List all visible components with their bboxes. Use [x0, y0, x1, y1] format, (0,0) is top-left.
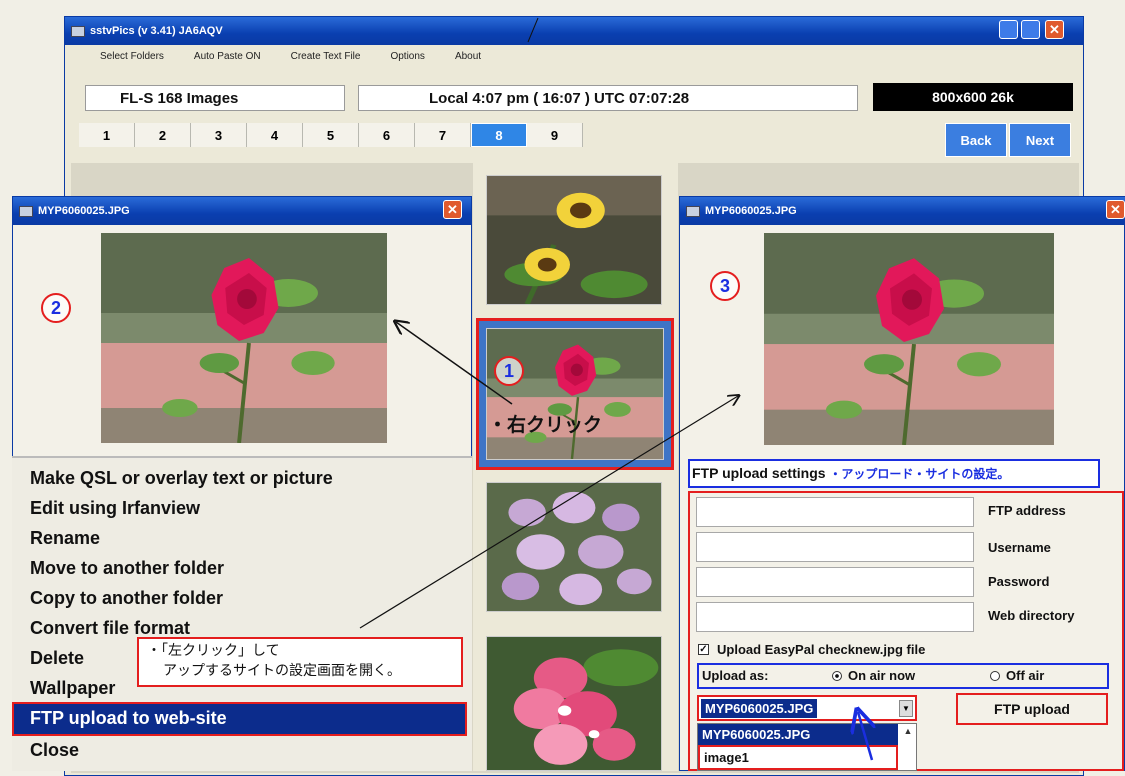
tab-5[interactable]: 5 [303, 123, 359, 147]
menu-options[interactable]: Options [390, 51, 424, 62]
radio-on-air-label: On air now [848, 668, 916, 683]
right-preview-image [764, 233, 1054, 445]
menu-bar: Select Folders Auto Paste ON Create Text… [100, 51, 511, 62]
password-field[interactable] [696, 567, 974, 597]
menu-ftp-upload[interactable]: FTP upload to web-site [30, 708, 227, 729]
thumbnail-sunflower[interactable] [486, 175, 662, 305]
time-status: Local 4:07 pm ( 16:07 ) UTC 07:07:28 [358, 85, 858, 111]
next-button[interactable]: Next [1009, 123, 1071, 157]
scroll-up-icon[interactable]: ▲ [901, 726, 915, 740]
main-title: sstvPics (v 3.41) JA6AQV [90, 25, 223, 37]
menu-about[interactable]: About [455, 51, 481, 62]
tab-9[interactable]: 9 [527, 123, 583, 147]
left-click-note-line2: アップするサイトの設定画面を開く。 [163, 663, 401, 679]
upload-file-option[interactable]: image1 [698, 745, 898, 770]
upload-file-select[interactable]: MYP6060025.JPG ▼ [697, 695, 917, 721]
tab-7[interactable]: 7 [415, 123, 471, 147]
right-titlebar[interactable]: MYP6060025.JPG ✕ [680, 197, 1125, 225]
ftp-upload-button[interactable]: FTP upload [956, 693, 1108, 725]
thumbnail-rose[interactable] [486, 328, 664, 460]
step-marker-2: 2 [41, 293, 71, 323]
upload-file-option-selected[interactable]: MYP6060025.JPG [698, 724, 898, 745]
app-icon [71, 25, 85, 37]
tab-8[interactable]: 8 [471, 123, 527, 147]
ftp-heading-text: FTP upload settings [692, 465, 826, 481]
thumbnail-hydrangea[interactable] [486, 636, 662, 771]
left-titlebar[interactable]: MYP6060025.JPG ✕ [13, 197, 471, 225]
left-close-button[interactable]: ✕ [443, 200, 462, 219]
ftp-address-label: FTP address [988, 503, 1066, 518]
menu-close[interactable]: Close [30, 740, 79, 761]
checkbox-checked-icon[interactable]: ✓ [698, 644, 709, 655]
right-close-button[interactable]: ✕ [1106, 200, 1125, 219]
page-tabs: 1 2 3 4 5 6 7 8 9 [79, 123, 583, 147]
folder-status-text: FL-S 168 Images [120, 89, 239, 107]
menu-convert-format[interactable]: Convert file format [30, 618, 190, 639]
username-field[interactable] [696, 532, 974, 562]
ftp-address-field[interactable] [696, 497, 974, 527]
right-window-title: MYP6060025.JPG [705, 205, 797, 217]
menu-edit-irfanview[interactable]: Edit using Irfanview [30, 498, 200, 519]
left-window-icon [19, 205, 33, 217]
right-window-icon [686, 205, 700, 217]
password-label: Password [988, 574, 1050, 589]
ftp-heading-note: ・アップロード・サイトの設定。 [829, 467, 1010, 481]
tab-6[interactable]: 6 [359, 123, 415, 147]
context-menu: Make QSL or overlay text or picture Edit… [12, 456, 472, 771]
tab-2[interactable]: 2 [135, 123, 191, 147]
menu-auto-paste[interactable]: Auto Paste ON [194, 51, 261, 62]
image-info: 800x600 26k [873, 83, 1073, 111]
radio-off-air[interactable]: Off air [990, 668, 1044, 683]
checknew-checkbox-row[interactable]: ✓ Upload EasyPal checknew.jpg file [698, 642, 925, 657]
checknew-checkbox-label: Upload EasyPal checknew.jpg file [717, 642, 926, 657]
upload-as-label: Upload as: [702, 668, 769, 683]
dropdown-arrow-icon[interactable]: ▼ [899, 700, 913, 717]
back-button[interactable]: Back [945, 123, 1007, 157]
time-status-text: Local 4:07 pm ( 16:07 ) UTC 07:07:28 [429, 89, 690, 107]
tab-4[interactable]: 4 [247, 123, 303, 147]
image-info-text: 800x600 26k [932, 89, 1014, 105]
menu-delete[interactable]: Delete [30, 648, 84, 669]
left-click-note-line1: ・「左クリック」して [147, 643, 280, 659]
radio-on-air[interactable]: On air now [832, 668, 915, 683]
thumbnail-lilac[interactable] [486, 482, 662, 612]
radio-off-air-label: Off air [1006, 668, 1045, 683]
close-button[interactable]: ✕ [1045, 20, 1064, 39]
step-marker-1: 1 [494, 356, 524, 386]
left-preview-image [101, 233, 387, 443]
username-label: Username [988, 540, 1051, 555]
menu-make-qsl[interactable]: Make QSL or overlay text or picture [30, 468, 333, 489]
radio-unselected-icon[interactable] [990, 670, 1000, 681]
menu-select-folders[interactable]: Select Folders [100, 51, 164, 62]
left-window-title: MYP6060025.JPG [38, 205, 130, 217]
main-titlebar[interactable]: sstvPics (v 3.41) JA6AQV ✕ [65, 17, 1083, 45]
upload-file-option-list: MYP6060025.JPG image1 ▲ [697, 723, 917, 771]
upload-file-select-value: MYP6060025.JPG [701, 698, 818, 718]
web-directory-field[interactable] [696, 602, 974, 632]
tab-3[interactable]: 3 [191, 123, 247, 147]
right-click-note: ・右クリック [488, 414, 603, 436]
menu-wallpaper[interactable]: Wallpaper [30, 678, 115, 699]
minimize-button[interactable] [999, 20, 1018, 39]
radio-selected-icon[interactable] [832, 670, 842, 681]
folder-status: FL-S 168 Images [85, 85, 345, 111]
menu-create-text-file[interactable]: Create Text File [291, 51, 361, 62]
menu-copy-folder[interactable]: Copy to another folder [30, 588, 223, 609]
left-click-note: ・「左クリック」して アップするサイトの設定画面を開く。 [137, 637, 463, 687]
tab-1[interactable]: 1 [79, 123, 135, 147]
maximize-button[interactable] [1021, 20, 1040, 39]
web-directory-label: Web directory [988, 608, 1075, 623]
menu-rename[interactable]: Rename [30, 528, 100, 549]
menu-move-folder[interactable]: Move to another folder [30, 558, 224, 579]
ftp-heading: FTP upload settings ・アップロード・サイトの設定。 [692, 465, 1009, 482]
step-marker-3: 3 [710, 271, 740, 301]
